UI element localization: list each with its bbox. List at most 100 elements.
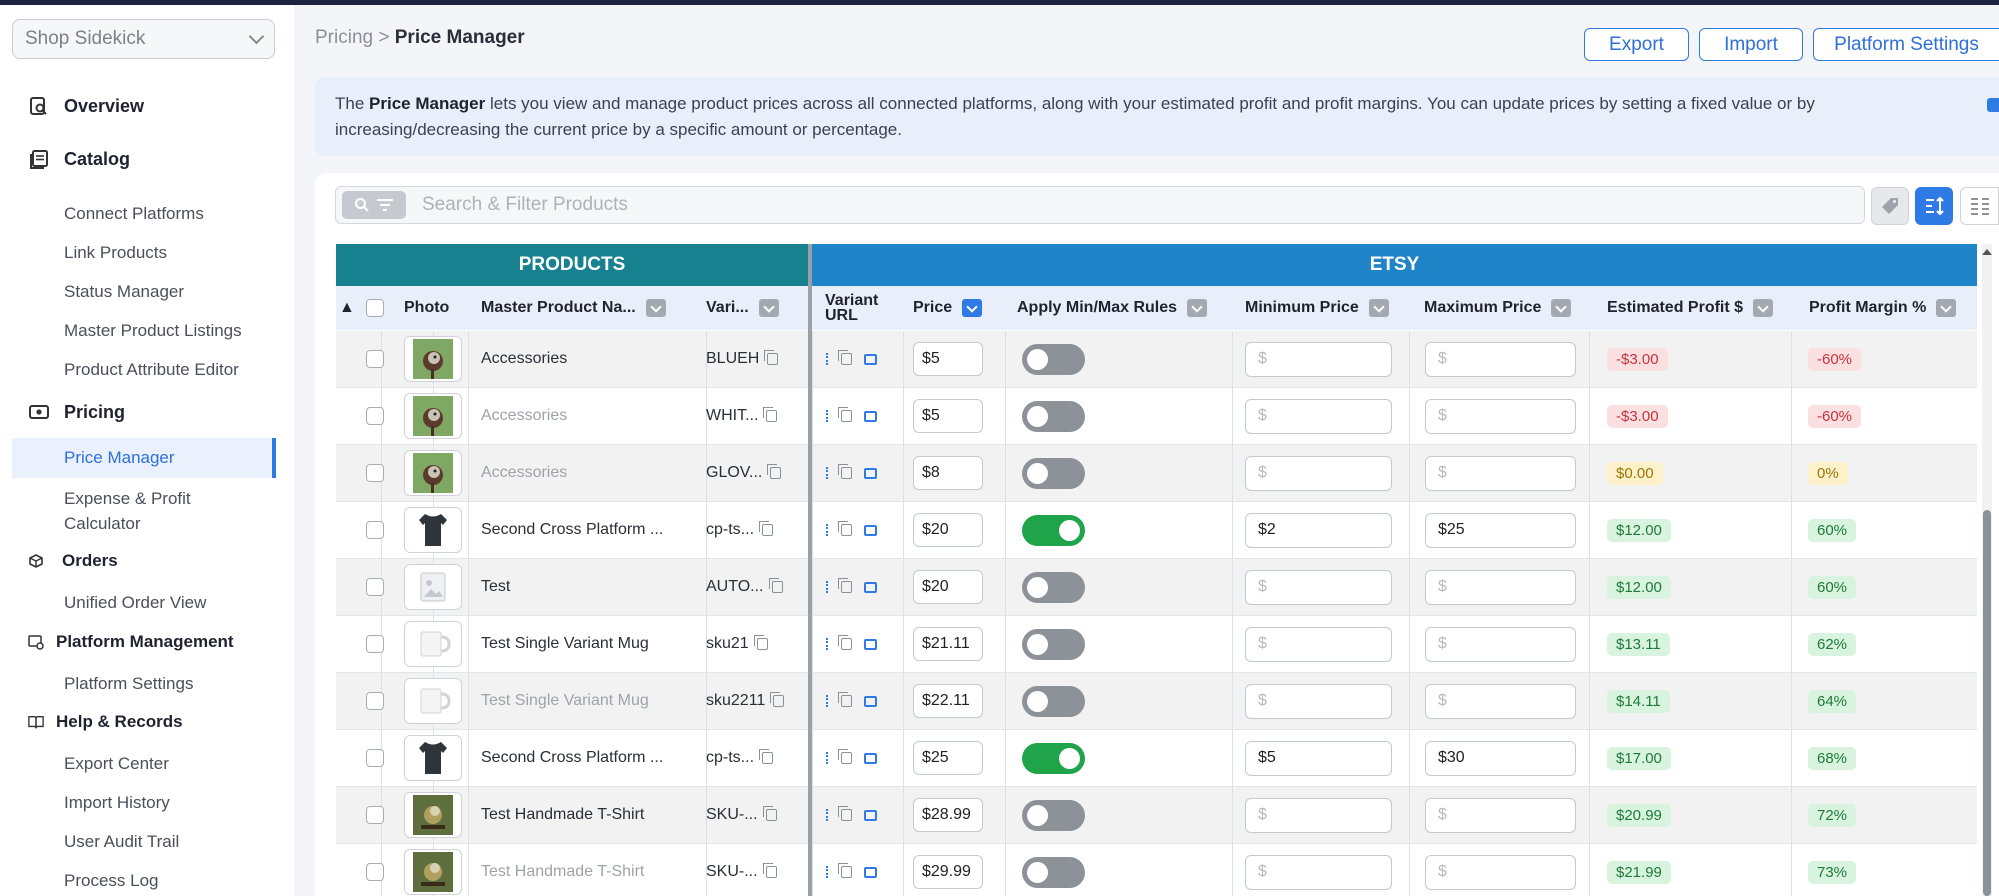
copy-icon[interactable]	[770, 692, 785, 707]
copy-icon[interactable]	[838, 692, 852, 707]
product-name[interactable]: Accessories	[481, 331, 567, 387]
variant-url-link[interactable]	[826, 410, 829, 422]
sidebar-item-import-history[interactable]: Import History	[64, 790, 170, 815]
product-photo[interactable]	[404, 564, 462, 610]
price-input[interactable]: $20	[913, 513, 983, 547]
copy-icon[interactable]	[763, 407, 778, 422]
sidebar-item-connect-platforms[interactable]: Connect Platforms	[64, 201, 204, 226]
copy-icon[interactable]	[759, 521, 774, 536]
product-photo[interactable]	[404, 792, 462, 838]
sidebar-item-expense-profit[interactable]: Expense & Profit	[64, 486, 191, 511]
product-photo[interactable]	[404, 507, 462, 553]
copy-icon[interactable]	[838, 749, 852, 764]
price-input[interactable]: $28.99	[913, 798, 983, 832]
min-price-input[interactable]: $	[1245, 626, 1392, 662]
variant-url-link[interactable]	[826, 752, 829, 764]
copy-icon[interactable]	[838, 806, 852, 821]
sidebar-item-calculator[interactable]: Calculator	[64, 511, 141, 536]
filter-dropdown-icon[interactable]	[758, 299, 779, 317]
row-checkbox[interactable]	[366, 806, 384, 824]
copy-icon[interactable]	[764, 350, 779, 365]
copy-icon[interactable]	[762, 806, 777, 821]
minmax-toggle[interactable]	[1022, 400, 1085, 432]
open-link-icon[interactable]	[864, 752, 877, 764]
min-price-input[interactable]: $	[1245, 398, 1392, 434]
col-estimated-profit[interactable]: Estimated Profit $	[1607, 286, 1774, 330]
export-button[interactable]: Export	[1584, 28, 1689, 61]
max-price-input[interactable]: $	[1425, 341, 1576, 377]
sidebar-item-export-center[interactable]: Export Center	[64, 751, 169, 776]
min-price-input[interactable]: $	[1245, 683, 1392, 719]
nav-orders[interactable]: Orders	[28, 550, 118, 572]
minmax-toggle[interactable]	[1022, 742, 1085, 774]
open-link-icon[interactable]	[864, 524, 877, 536]
col-minimum-price[interactable]: Minimum Price	[1245, 286, 1389, 330]
product-name[interactable]: Test Single Variant Mug	[481, 673, 649, 729]
minmax-toggle[interactable]	[1022, 457, 1085, 489]
product-photo[interactable]	[404, 849, 462, 895]
table-row[interactable]: Test Handmade T-Shirt SKU-... $28.99 $ $ $20.…	[336, 787, 1977, 844]
funnel-filter-icon[interactable]	[962, 299, 983, 317]
variant-url-link[interactable]	[826, 866, 829, 878]
tag-tool-button[interactable]	[1871, 187, 1909, 225]
copy-icon[interactable]	[768, 578, 783, 593]
product-photo[interactable]	[404, 678, 462, 724]
variant-url-link[interactable]	[826, 581, 829, 593]
product-name[interactable]: Second Cross Platform ...	[481, 730, 663, 786]
max-price-input[interactable]: $	[1425, 626, 1576, 662]
sidebar-item-platform-settings[interactable]: Platform Settings	[64, 671, 193, 696]
variant-url-link[interactable]	[826, 695, 829, 707]
sidebar-item-unified-order-view[interactable]: Unified Order View	[64, 590, 206, 615]
col-price[interactable]: Price	[913, 286, 983, 330]
price-input[interactable]: $22.11	[913, 684, 983, 718]
table-row[interactable]: Test Handmade T-Shirt SKU-... $29.99 $ $ $21.…	[336, 844, 1977, 896]
store-select[interactable]: Shop Sidekick	[12, 19, 275, 59]
product-photo[interactable]	[404, 735, 462, 781]
sidebar-item-product-attribute-editor[interactable]: Product Attribute Editor	[64, 357, 239, 382]
product-name[interactable]: Test Handmade T-Shirt	[481, 787, 644, 843]
filter-dropdown-icon[interactable]	[645, 299, 666, 317]
minmax-toggle[interactable]	[1022, 799, 1085, 831]
price-input[interactable]: $8	[913, 456, 983, 490]
filter-dropdown-icon[interactable]	[1936, 299, 1957, 317]
open-link-icon[interactable]	[864, 581, 877, 593]
price-input[interactable]: $5	[913, 342, 983, 376]
filter-dropdown-icon[interactable]	[1368, 299, 1389, 317]
sidebar-item-master-product-listings[interactable]: Master Product Listings	[64, 318, 242, 343]
sidebar-item-user-audit-trail[interactable]: User Audit Trail	[64, 829, 179, 854]
table-row[interactable]: Accessories GLOV... $8 $ $ $0.00 0%	[336, 445, 1977, 502]
search-filter-button[interactable]	[342, 191, 406, 219]
minmax-toggle[interactable]	[1022, 514, 1085, 546]
sidebar-item-status-manager[interactable]: Status Manager	[64, 279, 184, 304]
variant-url-link[interactable]	[826, 524, 829, 536]
max-price-input[interactable]: $	[1425, 455, 1576, 491]
product-name[interactable]: Test	[481, 559, 510, 615]
open-link-icon[interactable]	[864, 809, 877, 821]
table-row[interactable]: Second Cross Platform ... cp-ts... $25 $5 $3…	[336, 730, 1977, 787]
variant-url-link[interactable]	[826, 467, 829, 479]
price-input[interactable]: $20	[913, 570, 983, 604]
filter-dropdown-icon[interactable]	[1187, 299, 1208, 317]
filter-dropdown-icon[interactable]	[1551, 299, 1572, 317]
sort-button[interactable]	[1915, 187, 1953, 225]
table-row[interactable]: Accessories BLUEH $5 $ $ -$3.00 -60%	[336, 331, 1977, 388]
product-name[interactable]: Test Handmade T-Shirt	[481, 844, 644, 896]
min-price-input[interactable]: $	[1245, 455, 1392, 491]
table-row[interactable]: Test Single Variant Mug sku21 $21.11 $ $ $13.…	[336, 616, 1977, 673]
row-checkbox[interactable]	[366, 749, 384, 767]
min-price-input[interactable]: $	[1245, 569, 1392, 605]
table-row[interactable]: Test AUTO... $20 $ $ $12.00 60%	[336, 559, 1977, 616]
minmax-toggle[interactable]	[1022, 628, 1085, 660]
product-name[interactable]: Test Single Variant Mug	[481, 616, 649, 672]
open-link-icon[interactable]	[864, 410, 877, 422]
price-input[interactable]: $25	[913, 741, 983, 775]
sidebar-item-link-products[interactable]: Link Products	[64, 240, 167, 265]
minmax-toggle[interactable]	[1022, 685, 1085, 717]
max-price-input[interactable]: $	[1425, 398, 1576, 434]
minmax-toggle[interactable]	[1022, 343, 1085, 375]
col-profit-margin[interactable]: Profit Margin %	[1809, 286, 1957, 330]
max-price-input[interactable]: $	[1425, 683, 1576, 719]
frozen-column-divider[interactable]	[808, 244, 812, 896]
min-price-input[interactable]: $5	[1245, 740, 1392, 776]
product-name[interactable]: Second Cross Platform ...	[481, 502, 663, 558]
